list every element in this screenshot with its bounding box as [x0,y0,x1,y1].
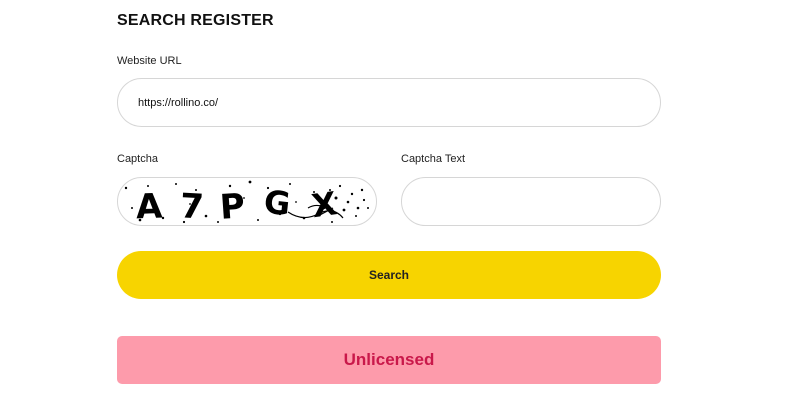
captcha-text-label: Captcha Text [401,153,466,165]
status-banner: Unlicensed [117,336,661,384]
page-title: SEARCH REGISTER [117,12,274,29]
captcha-letter: X [309,184,339,225]
search-register-form: SEARCH REGISTER Website URL Captcha [0,0,800,400]
captcha-letter: P [219,186,247,226]
captcha-label: Captcha [117,153,158,165]
status-text: Unlicensed [343,350,435,369]
search-button[interactable]: Search [117,251,661,299]
website-url-label: Website URL [117,55,182,67]
captcha-text-input[interactable] [401,177,661,226]
captcha-image: A 7 P G X [117,177,377,226]
captcha-letter: 7 [179,186,205,226]
captcha-letter: G [262,183,292,224]
website-url-input[interactable] [117,78,661,127]
captcha-letter: A [135,186,163,226]
